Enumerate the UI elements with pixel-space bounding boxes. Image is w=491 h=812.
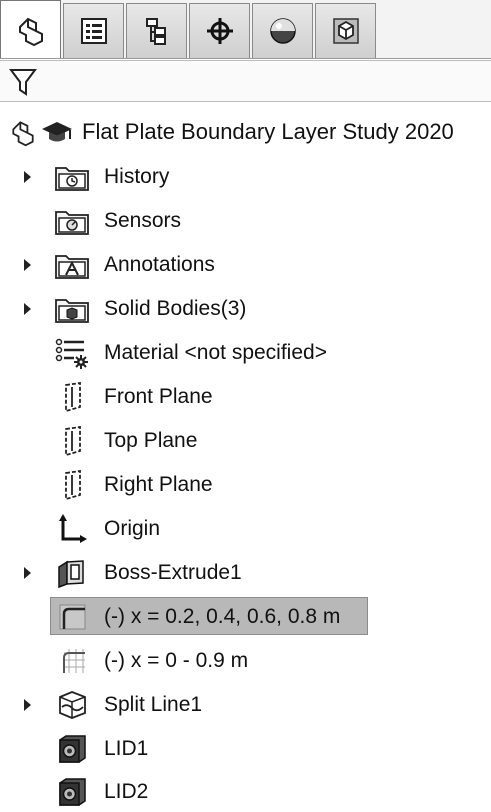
tree-item-split-line1[interactable]: Split Line1: [0, 685, 491, 725]
tree-item-label: Solid Bodies(3): [104, 297, 247, 320]
expand-arrow-icon[interactable]: [24, 699, 31, 711]
tab-feature-manager[interactable]: [0, 0, 61, 58]
expand-arrow-icon[interactable]: [24, 171, 31, 183]
tree-item-boss-extrude1[interactable]: Boss-Extrude1: [0, 553, 491, 593]
tree-item-front-plane[interactable]: Front Plane: [0, 377, 491, 417]
history-folder-icon: [55, 167, 89, 191]
tree-item-label: Annotations: [104, 253, 215, 276]
document-title: Flat Plate Boundary Layer Study 2020: [82, 119, 454, 144]
split-line-icon: [59, 691, 86, 719]
tab-display-manager[interactable]: [252, 3, 313, 58]
property-manager-icon: [80, 18, 107, 44]
tree-item-label: Right Plane: [104, 473, 213, 496]
material-icon: [55, 338, 88, 369]
tree-item-annotations[interactable]: Annotations: [0, 245, 491, 285]
tree-item-label: Boss-Extrude1: [104, 561, 242, 584]
tree-item-label: LID2: [104, 780, 149, 803]
tab-property-manager[interactable]: [63, 3, 124, 58]
configuration-manager-icon: [145, 18, 166, 45]
tree-item-material[interactable]: Material <not specified>: [0, 333, 491, 373]
plane-icon: [65, 469, 81, 501]
manager-tab-bar: [0, 0, 491, 59]
graduation-cap-icon: [42, 122, 72, 142]
tab-cam-manager[interactable]: [315, 3, 376, 58]
tree-item-label: Origin: [104, 517, 161, 540]
tree-item-label: Split Line1: [104, 693, 203, 716]
tree-item-lid1[interactable]: LID1: [0, 729, 491, 769]
tree-item-label: LID1: [104, 737, 149, 760]
tree-item-history[interactable]: History: [0, 157, 491, 197]
feature-manager-icon: [18, 17, 43, 46]
funnel-icon[interactable]: [9, 67, 37, 97]
tree-item-label: (-) x = 0.2, 0.4, 0.6, 0.8 m: [104, 605, 341, 628]
display-manager-icon: [269, 18, 296, 44]
tree-item-label: Sensors: [104, 209, 182, 232]
cam-manager-icon: [332, 18, 359, 44]
plane-icon: [65, 381, 81, 413]
tree-item-label: (-) x = 0 - 0.9 m: [104, 649, 249, 672]
solid-bodies-folder-icon: [55, 299, 89, 323]
tree-item-origin[interactable]: Origin: [0, 509, 491, 549]
tree-root[interactable]: Flat Plate Boundary Layer Study 2020: [8, 114, 454, 150]
sketch-icon: [59, 604, 86, 630]
tree-item-lid2[interactable]: LID2: [0, 772, 491, 812]
tree-item-label: History: [104, 165, 170, 188]
plane-icon: [65, 425, 81, 457]
sensors-folder-icon: [55, 211, 89, 235]
expand-arrow-icon[interactable]: [24, 303, 31, 315]
sketch-grid-icon: [63, 649, 85, 673]
tree-item-sketch-grid[interactable]: (-) x = 0 - 0.9 m: [0, 641, 491, 681]
tree-item-sketch-selected[interactable]: (-) x = 0.2, 0.4, 0.6, 0.8 m: [0, 597, 491, 637]
tree-item-top-plane[interactable]: Top Plane: [0, 421, 491, 461]
expand-arrow-icon[interactable]: [24, 259, 31, 271]
filter-bar[interactable]: [0, 60, 491, 102]
tree-item-label: Material <not specified>: [104, 341, 327, 364]
tab-dimxpert-manager[interactable]: [189, 3, 250, 58]
part-icon: [12, 121, 34, 147]
dimxpert-manager-icon: [206, 18, 233, 44]
tree-item-label: Top Plane: [104, 429, 198, 452]
lid-icon: [59, 778, 86, 806]
tree-item-solid-bodies[interactable]: Solid Bodies(3): [0, 289, 491, 329]
tab-configuration-manager[interactable]: [126, 3, 187, 58]
origin-icon: [59, 514, 87, 543]
expand-arrow-icon[interactable]: [24, 567, 31, 579]
extrude-icon: [58, 560, 84, 589]
tree-item-label: Front Plane: [104, 385, 213, 408]
tree-item-sensors[interactable]: Sensors: [0, 201, 491, 241]
lid-icon: [59, 735, 86, 763]
tree-item-right-plane[interactable]: Right Plane: [0, 465, 491, 505]
annotations-folder-icon: [55, 255, 89, 279]
